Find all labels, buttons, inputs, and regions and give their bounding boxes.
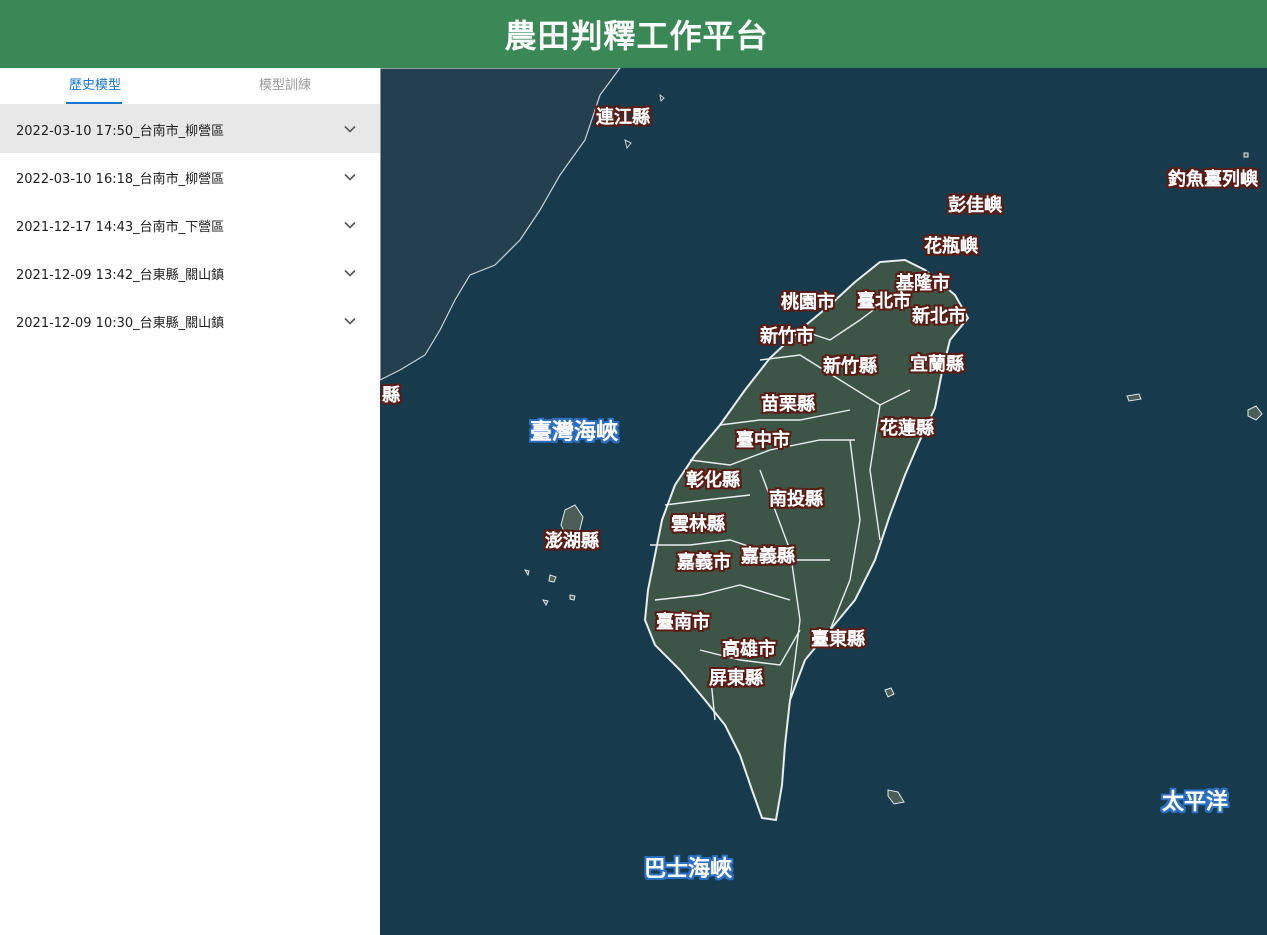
tab-history-models[interactable]: 歷史模型 [0, 68, 190, 104]
history-item-label: 2022-03-10 16:18_台南市_柳營區 [16, 171, 225, 187]
map-label-kaohsiung: 高雄市 [722, 638, 776, 660]
map-label-miaoli: 苗栗縣 [761, 394, 815, 415]
map-label-chiayi-city: 嘉義市 [676, 551, 731, 573]
chevron-down-icon[interactable] [342, 169, 358, 185]
app-title: 農田判釋工作平台 [504, 17, 769, 55]
map-label-taichung: 臺中市 [736, 429, 790, 451]
history-item-label: 2022-03-10 17:50_台南市_柳營區 [16, 123, 225, 139]
map-label-newtaipei: 新北市 [912, 305, 966, 327]
map-label-bashi-channel: 巴士海峽 [644, 856, 733, 882]
map-label-kinmen-partial: 縣 [382, 385, 400, 406]
tab-model-training[interactable]: 模型訓練 [190, 68, 380, 104]
map-label-hsinchu-city: 新竹市 [760, 325, 814, 347]
active-tab-indicator [66, 102, 122, 104]
tab-model-training-label: 模型訓練 [258, 78, 311, 93]
map-label-penghu: 澎湖縣 [545, 530, 599, 552]
map-label-pingtung: 屏東縣 [709, 667, 763, 689]
map-label-hsinchu-county: 新竹縣 [823, 355, 877, 377]
tab-history-models-label: 歷史模型 [68, 78, 121, 93]
map-label-diaoyutai: 釣魚臺列嶼 [1168, 168, 1258, 190]
map-label-lienchiang: 連江縣 [596, 106, 650, 128]
map-label-tainan: 臺南市 [656, 611, 710, 633]
history-item-label: 2021-12-17 14:43_台南市_下營區 [16, 219, 225, 235]
map-label-chiayi-county: 嘉義縣 [740, 545, 795, 567]
map-label-taipei: 臺北市 [857, 290, 911, 312]
chevron-down-icon[interactable] [342, 265, 358, 281]
map-label-changhua: 彰化縣 [686, 469, 740, 491]
tab-bar: 歷史模型 模型訓練 [0, 68, 380, 105]
mainland-coastline [380, 68, 621, 381]
history-item[interactable]: 2021-12-09 13:42_台東縣_關山鎮 [0, 249, 380, 297]
map-label-yunlin: 雲林縣 [671, 513, 725, 535]
map-canvas[interactable]: 連江縣 釣魚臺列嶼 彭佳嶼 花瓶嶼 基隆市 桃園市 臺北市 新北市 新竹市 新竹… [380, 68, 1267, 935]
map-label-yilan: 宜蘭縣 [910, 353, 964, 375]
map-label-taiwan-strait: 臺灣海峽 [530, 419, 619, 445]
history-item[interactable]: 2021-12-09 10:30_台東縣_關山鎮 [0, 297, 380, 345]
penghu-islands [523, 504, 584, 607]
chevron-down-icon[interactable] [342, 217, 358, 233]
map-label-pacific: 太平洋 [1162, 789, 1228, 815]
history-item[interactable]: 2021-12-17 14:43_台南市_下營區 [0, 201, 380, 249]
history-item-label: 2021-12-09 10:30_台東縣_關山鎮 [16, 315, 225, 331]
map-label-nantou: 南投縣 [769, 488, 823, 510]
map-label-taitung: 臺東縣 [811, 628, 865, 650]
history-item-label: 2021-12-09 13:42_台東縣_關山鎮 [16, 267, 225, 283]
chevron-down-icon[interactable] [342, 121, 358, 137]
history-item[interactable]: 2022-03-10 17:50_台南市_柳營區 [0, 105, 380, 153]
history-item[interactable]: 2022-03-10 16:18_台南市_柳營區 [0, 153, 380, 201]
chevron-down-icon[interactable] [342, 313, 358, 329]
map-label-pengjia: 彭佳嶼 [948, 194, 1002, 216]
sidebar: 歷史模型 模型訓練 2022-03-10 17:50_台南市_柳營區 2022-… [0, 68, 380, 935]
history-list: 2022-03-10 17:50_台南市_柳營區 2022-03-10 16:1… [0, 105, 380, 345]
map-view[interactable]: 連江縣 釣魚臺列嶼 彭佳嶼 花瓶嶼 基隆市 桃園市 臺北市 新北市 新竹市 新竹… [380, 68, 1267, 935]
map-label-hualien: 花蓮縣 [880, 417, 934, 439]
map-label-huaping: 花瓶嶼 [924, 235, 978, 257]
map-label-taoyuan: 桃園市 [781, 291, 835, 313]
app-header: 農田判釋工作平台 [0, 0, 1267, 68]
